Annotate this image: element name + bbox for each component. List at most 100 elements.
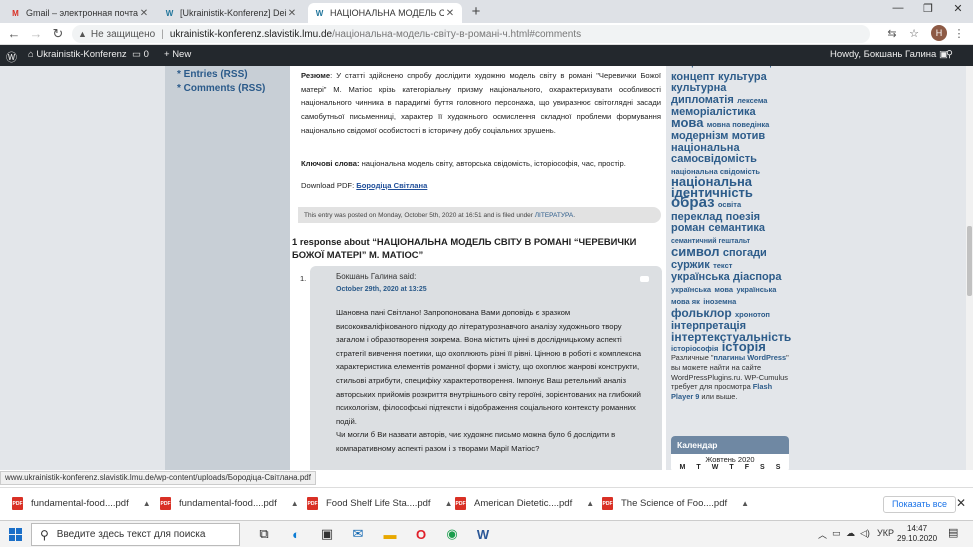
chrome-icon[interactable]: ◉	[442, 525, 462, 543]
menu-dots-icon[interactable]: ⋮	[951, 27, 967, 40]
tag-link[interactable]: семантика	[708, 222, 765, 234]
tag-link[interactable]: культура	[718, 71, 767, 83]
download-item[interactable]: PDF fundamental-food....pdf ▲	[12, 497, 151, 510]
tag-link[interactable]: модернізм	[671, 130, 728, 142]
entries-rss-link[interactable]: * Entries (RSS)	[177, 69, 290, 80]
wp-comments-link[interactable]: ▭ 0	[132, 49, 149, 60]
chevron-up-icon[interactable]: ▲	[445, 499, 453, 508]
mail-icon[interactable]: ✉	[348, 525, 368, 543]
tag-link[interactable]: українська	[671, 285, 711, 294]
tag-link[interactable]: текст	[713, 261, 732, 270]
tag-link[interactable]: конфлікт	[756, 66, 787, 68]
tag-link[interactable]: дипломатія	[671, 94, 734, 106]
tag-link[interactable]: історія	[722, 339, 766, 354]
tag-link[interactable]: переклад	[671, 211, 722, 223]
chevron-up-icon[interactable]: ▲	[143, 499, 151, 508]
tab-gmail[interactable]: M Gmail – электронная почта от G ✕	[4, 3, 156, 23]
tab-active-page[interactable]: W НАЦІОНАЛЬНА МОДЕЛЬ СВІТУ ✕	[308, 3, 462, 23]
scrollbar-thumb[interactable]	[967, 226, 972, 296]
tag-link[interactable]: поезія	[726, 211, 760, 223]
wp-new-link[interactable]: + New	[164, 49, 191, 60]
close-downloads-icon[interactable]: ✕	[956, 496, 966, 510]
tag-link[interactable]: мова	[671, 115, 703, 130]
tag-link[interactable]: хронотоп	[735, 310, 770, 319]
reload-icon[interactable]: ↻	[50, 26, 66, 42]
comments-rss-link[interactable]: * Comments (RSS)	[177, 83, 290, 94]
tag-link[interactable]: символ	[671, 244, 720, 259]
post-abstract: Резюме: У статті здійснено спробу дослід…	[301, 69, 661, 138]
show-all-downloads-button[interactable]: Показать все	[883, 496, 956, 513]
tag-link[interactable]: освіта	[718, 200, 741, 209]
language-indicator[interactable]: УКР	[877, 528, 894, 538]
downloads-shelf: PDF fundamental-food....pdf ▲ PDF fundament…	[0, 487, 973, 520]
search-icon: ⚲	[40, 527, 49, 542]
comment-date-link[interactable]: October 29th, 2020 at 13:25	[336, 286, 427, 293]
volume-icon[interactable]: ◁)	[860, 528, 870, 539]
bookmark-star-icon[interactable]: ☆	[906, 27, 922, 40]
tag-link[interactable]: козацтво	[671, 66, 707, 68]
tag-link[interactable]: національна	[671, 142, 740, 154]
tag-link[interactable]: образ	[671, 194, 715, 211]
close-tab-icon[interactable]: ✕	[444, 8, 456, 19]
word-icon[interactable]: W	[473, 525, 493, 543]
tag-link[interactable]: концепт	[671, 71, 715, 83]
download-item[interactable]: PDF American Dietetic....pdf ▲	[455, 497, 594, 510]
windows-start-icon[interactable]	[9, 528, 22, 541]
wp-howdy-link[interactable]: Howdy, Бокшань Галина ▣	[830, 49, 948, 60]
tag-link[interactable]: спогади	[723, 247, 767, 259]
wp-site-link[interactable]: ⌂ Ukrainistik-Konferenz	[28, 49, 127, 60]
calendar-weekday: T	[729, 464, 734, 470]
tag-link[interactable]: суржик	[671, 259, 710, 271]
tag-link[interactable]: роман	[671, 222, 705, 234]
chevron-up-icon[interactable]: ▲	[741, 499, 749, 508]
tag-link[interactable]: самосвідомість	[671, 153, 757, 165]
minimize-icon[interactable]: —	[883, 2, 913, 14]
taskbar-clock[interactable]: 14:47 29.10.2020	[897, 524, 937, 544]
new-tab-button[interactable]: +	[468, 3, 484, 20]
close-tab-icon[interactable]: ✕	[138, 8, 150, 19]
file-explorer-icon[interactable]: ▬	[380, 525, 400, 543]
download-item[interactable]: PDF fundamental-food....pdf ▲	[160, 497, 299, 510]
chevron-up-icon[interactable]: ▲	[586, 499, 594, 508]
wordpress-plugins-link[interactable]: плагины WordPress	[714, 353, 787, 362]
edge-icon[interactable]: ◐	[286, 525, 306, 543]
tag-link[interactable]: мовна поведінка	[707, 120, 770, 129]
restore-icon[interactable]: ❐	[913, 2, 943, 15]
tag-link[interactable]: українська	[671, 271, 730, 283]
download-item[interactable]: PDF The Science of Foo....pdf ▲	[602, 497, 749, 510]
tag-link[interactable]: історіософія	[671, 344, 718, 353]
tag-link[interactable]: контент	[710, 66, 752, 69]
tag-link[interactable]: мотив	[732, 130, 765, 142]
tag-link[interactable]: культурна	[671, 82, 726, 94]
security-status: Не защищено	[90, 28, 156, 40]
store-icon[interactable]: ▣	[317, 525, 337, 543]
profile-avatar[interactable]: H	[931, 25, 947, 41]
wordpress-logo-icon[interactable]: Ⓦ	[6, 49, 17, 65]
tag-link[interactable]: діаспора	[733, 271, 781, 283]
address-bar[interactable]: ▲ Не защищено | ukrainistik-konferenz.sl…	[72, 25, 870, 43]
chevron-up-icon[interactable]: ▲	[291, 499, 299, 508]
translate-icon[interactable]: ⇆	[884, 27, 900, 40]
download-filename: Food Shelf Life Sta....pdf	[326, 498, 431, 509]
download-pdf-link[interactable]: Бородіца Світлана	[356, 181, 427, 190]
cloud-icon[interactable]: ☁	[846, 528, 855, 539]
tag-link[interactable]: мова	[714, 285, 733, 294]
download-item[interactable]: PDF Food Shelf Life Sta....pdf ▲	[307, 497, 453, 510]
task-view-icon[interactable]: ⧉	[254, 525, 274, 543]
close-tab-icon[interactable]: ✕	[286, 8, 298, 19]
tag-link[interactable]: лексема	[737, 96, 767, 105]
close-window-icon[interactable]: ✕	[943, 2, 973, 15]
back-icon[interactable]: ←	[6, 26, 22, 41]
category-link[interactable]: ЛІТЕРАТУРА	[535, 212, 573, 219]
tab-ukrainistik-konferenz[interactable]: W [Ukrainistik-Konferenz] Dein Ben ✕	[158, 3, 304, 23]
taskbar-search[interactable]: ⚲ Введите здесь текст для поиска	[31, 523, 240, 546]
download-filename: American Dietetic....pdf	[474, 498, 573, 509]
notifications-icon[interactable]: ▤	[948, 526, 958, 539]
wp-search-icon[interactable]: ⚲	[946, 49, 953, 60]
network-icon[interactable]: ▭	[832, 528, 841, 539]
forward-icon[interactable]: →	[28, 26, 44, 41]
tray-chevron-icon[interactable]: ︿	[818, 528, 827, 541]
opera-icon[interactable]: O	[411, 525, 431, 543]
page-scrollbar[interactable]	[966, 66, 973, 470]
tag-link[interactable]: фольклор	[671, 306, 732, 320]
